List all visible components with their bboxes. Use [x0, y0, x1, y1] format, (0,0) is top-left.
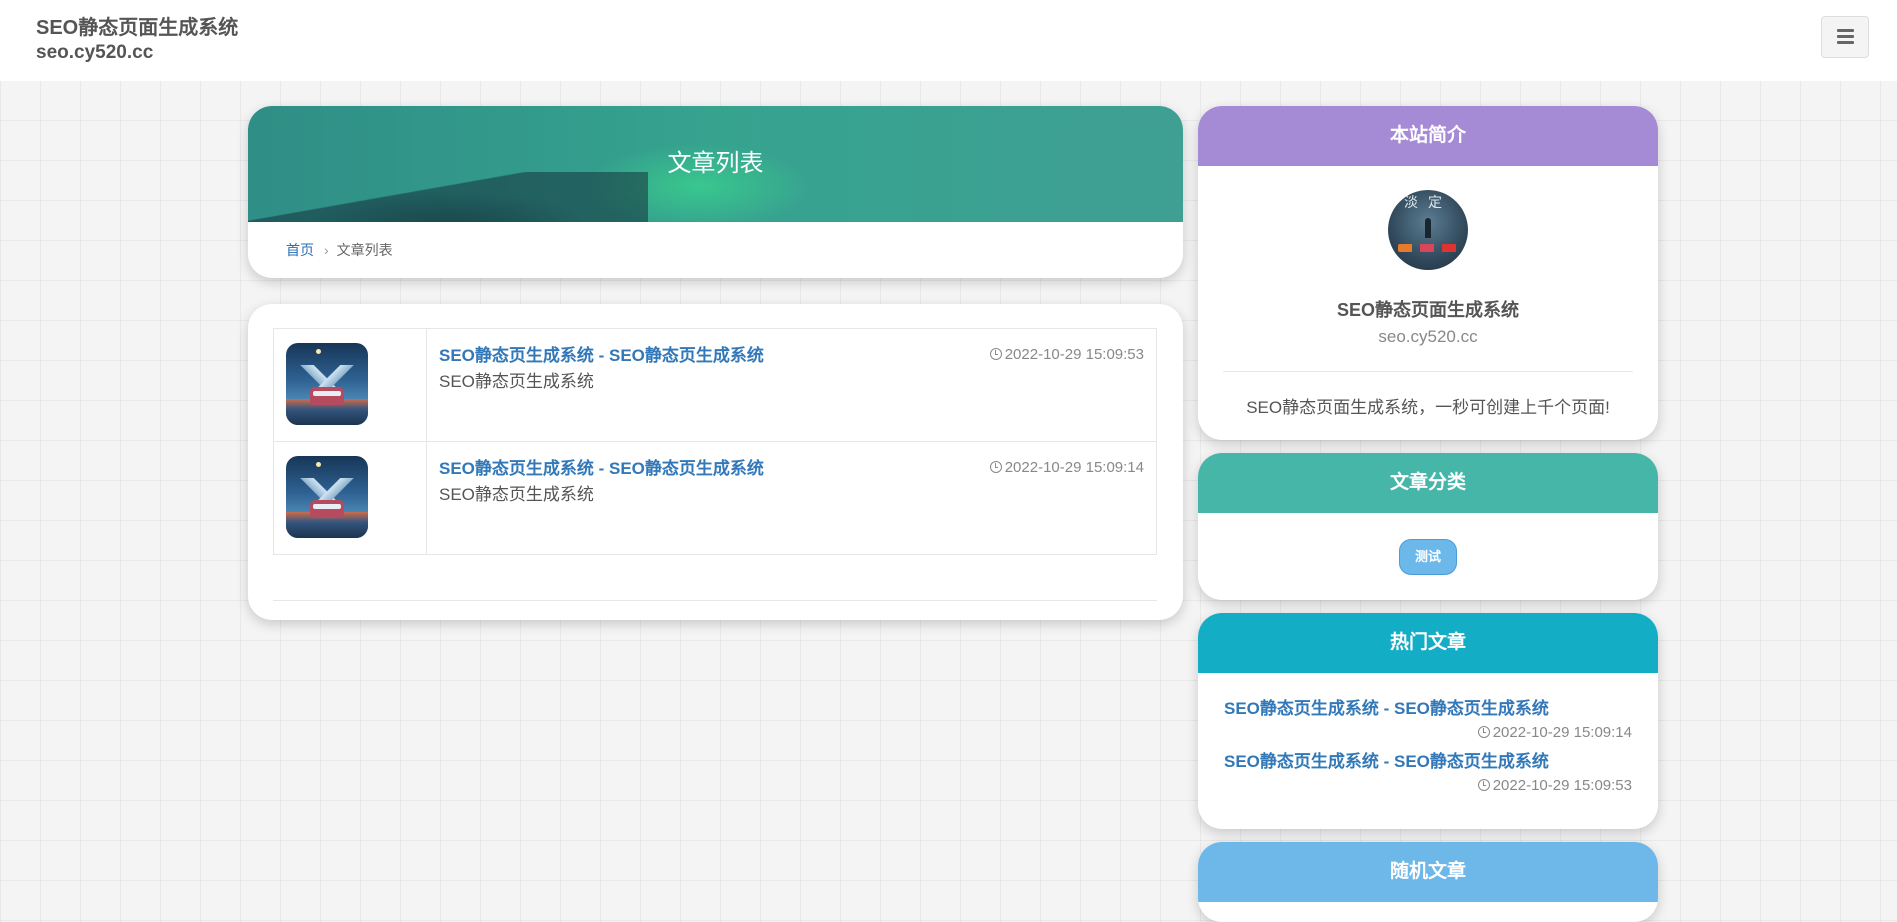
category-card: 文章分类 测试 — [1198, 453, 1658, 600]
article-thumbnail[interactable] — [286, 456, 368, 538]
article-date-text: 2022-10-29 15:09:53 — [1004, 346, 1144, 363]
clock-icon — [1477, 726, 1490, 738]
page-header-card: 文章列表 首页 › 文章列表 — [248, 106, 1183, 278]
menu-toggle-button[interactable] — [1821, 16, 1869, 58]
article-date: 2022-10-29 15:09:53 — [989, 345, 1144, 365]
breadcrumb: 首页 › 文章列表 — [286, 240, 393, 260]
hot-article-date: 2022-10-29 15:09:14 — [1477, 723, 1632, 743]
banner-image: 文章列表 — [248, 106, 1183, 222]
hot-articles-heading: 热门文章 — [1198, 613, 1658, 673]
clock-icon — [1477, 779, 1490, 791]
breadcrumb-home-link[interactable]: 首页 — [286, 242, 314, 258]
breadcrumb-current: 文章列表 — [336, 242, 393, 258]
avatar-text: 淡定 — [1404, 195, 1452, 211]
clock-icon — [989, 348, 1002, 360]
article-row: SEO静态页生成系统 - SEO静态页生成系统 SEO静态页生成系统 2022-… — [273, 328, 1157, 442]
random-articles-heading: 随机文章 — [1198, 842, 1658, 902]
category-heading: 文章分类 — [1198, 453, 1658, 513]
hot-article-date-text: 2022-10-29 15:09:53 — [1492, 777, 1632, 794]
about-heading: 本站简介 — [1198, 106, 1658, 166]
article-row: SEO静态页生成系统 - SEO静态页生成系统 SEO静态页生成系统 2022-… — [273, 441, 1157, 555]
hot-article-date: 2022-10-29 15:09:53 — [1477, 776, 1632, 796]
hot-article-date-text: 2022-10-29 15:09:14 — [1492, 724, 1632, 741]
page-title: 文章列表 — [667, 150, 764, 177]
top-header: SEO静态页面生成系统 seo.cy520.cc — [0, 0, 1897, 81]
breadcrumb-separator-icon: › — [324, 242, 329, 258]
thumbnail-cell — [274, 329, 427, 441]
hot-article-link[interactable]: SEO静态页生成系统 - SEO静态页生成系统 — [1224, 698, 1549, 720]
about-description: SEO静态页面生成系统，一秒可创建上千个页面! — [1246, 398, 1610, 417]
thumbnail-cell — [274, 442, 427, 554]
article-thumbnail[interactable] — [286, 343, 368, 425]
random-articles-card: 随机文章 — [1198, 842, 1658, 922]
about-site-name: SEO静态页面生成系统 — [1336, 300, 1519, 320]
divider — [1223, 371, 1633, 372]
about-site-card: 本站简介 淡定 SEO静态页面生成系统 seo.cy520.cc SEO静态页面… — [1198, 106, 1658, 440]
avatar: 淡定 — [1388, 190, 1468, 270]
article-title-link[interactable]: SEO静态页生成系统 - SEO静态页生成系统 — [439, 458, 764, 480]
article-date: 2022-10-29 15:09:14 — [989, 458, 1144, 478]
article-date-text: 2022-10-29 15:09:14 — [1004, 459, 1144, 476]
category-tag-test[interactable]: 测试 — [1399, 539, 1457, 575]
article-list-card: SEO静态页生成系统 - SEO静态页生成系统 SEO静态页生成系统 2022-… — [248, 304, 1183, 620]
site-title[interactable]: SEO静态页面生成系统 — [36, 16, 238, 40]
hot-articles-card: 热门文章 SEO静态页生成系统 - SEO静态页生成系统 2022-10-29 … — [1198, 613, 1658, 829]
article-description: SEO静态页生成系统 — [439, 485, 594, 504]
article-title-link[interactable]: SEO静态页生成系统 - SEO静态页生成系统 — [439, 345, 764, 367]
about-site-domain: seo.cy520.cc — [1378, 327, 1478, 346]
site-domain[interactable]: seo.cy520.cc — [36, 41, 153, 65]
pagination-divider — [273, 600, 1157, 601]
clock-icon — [989, 461, 1002, 473]
article-description: SEO静态页生成系统 — [439, 372, 594, 391]
hot-article-link[interactable]: SEO静态页生成系统 - SEO静态页生成系统 — [1224, 751, 1549, 773]
